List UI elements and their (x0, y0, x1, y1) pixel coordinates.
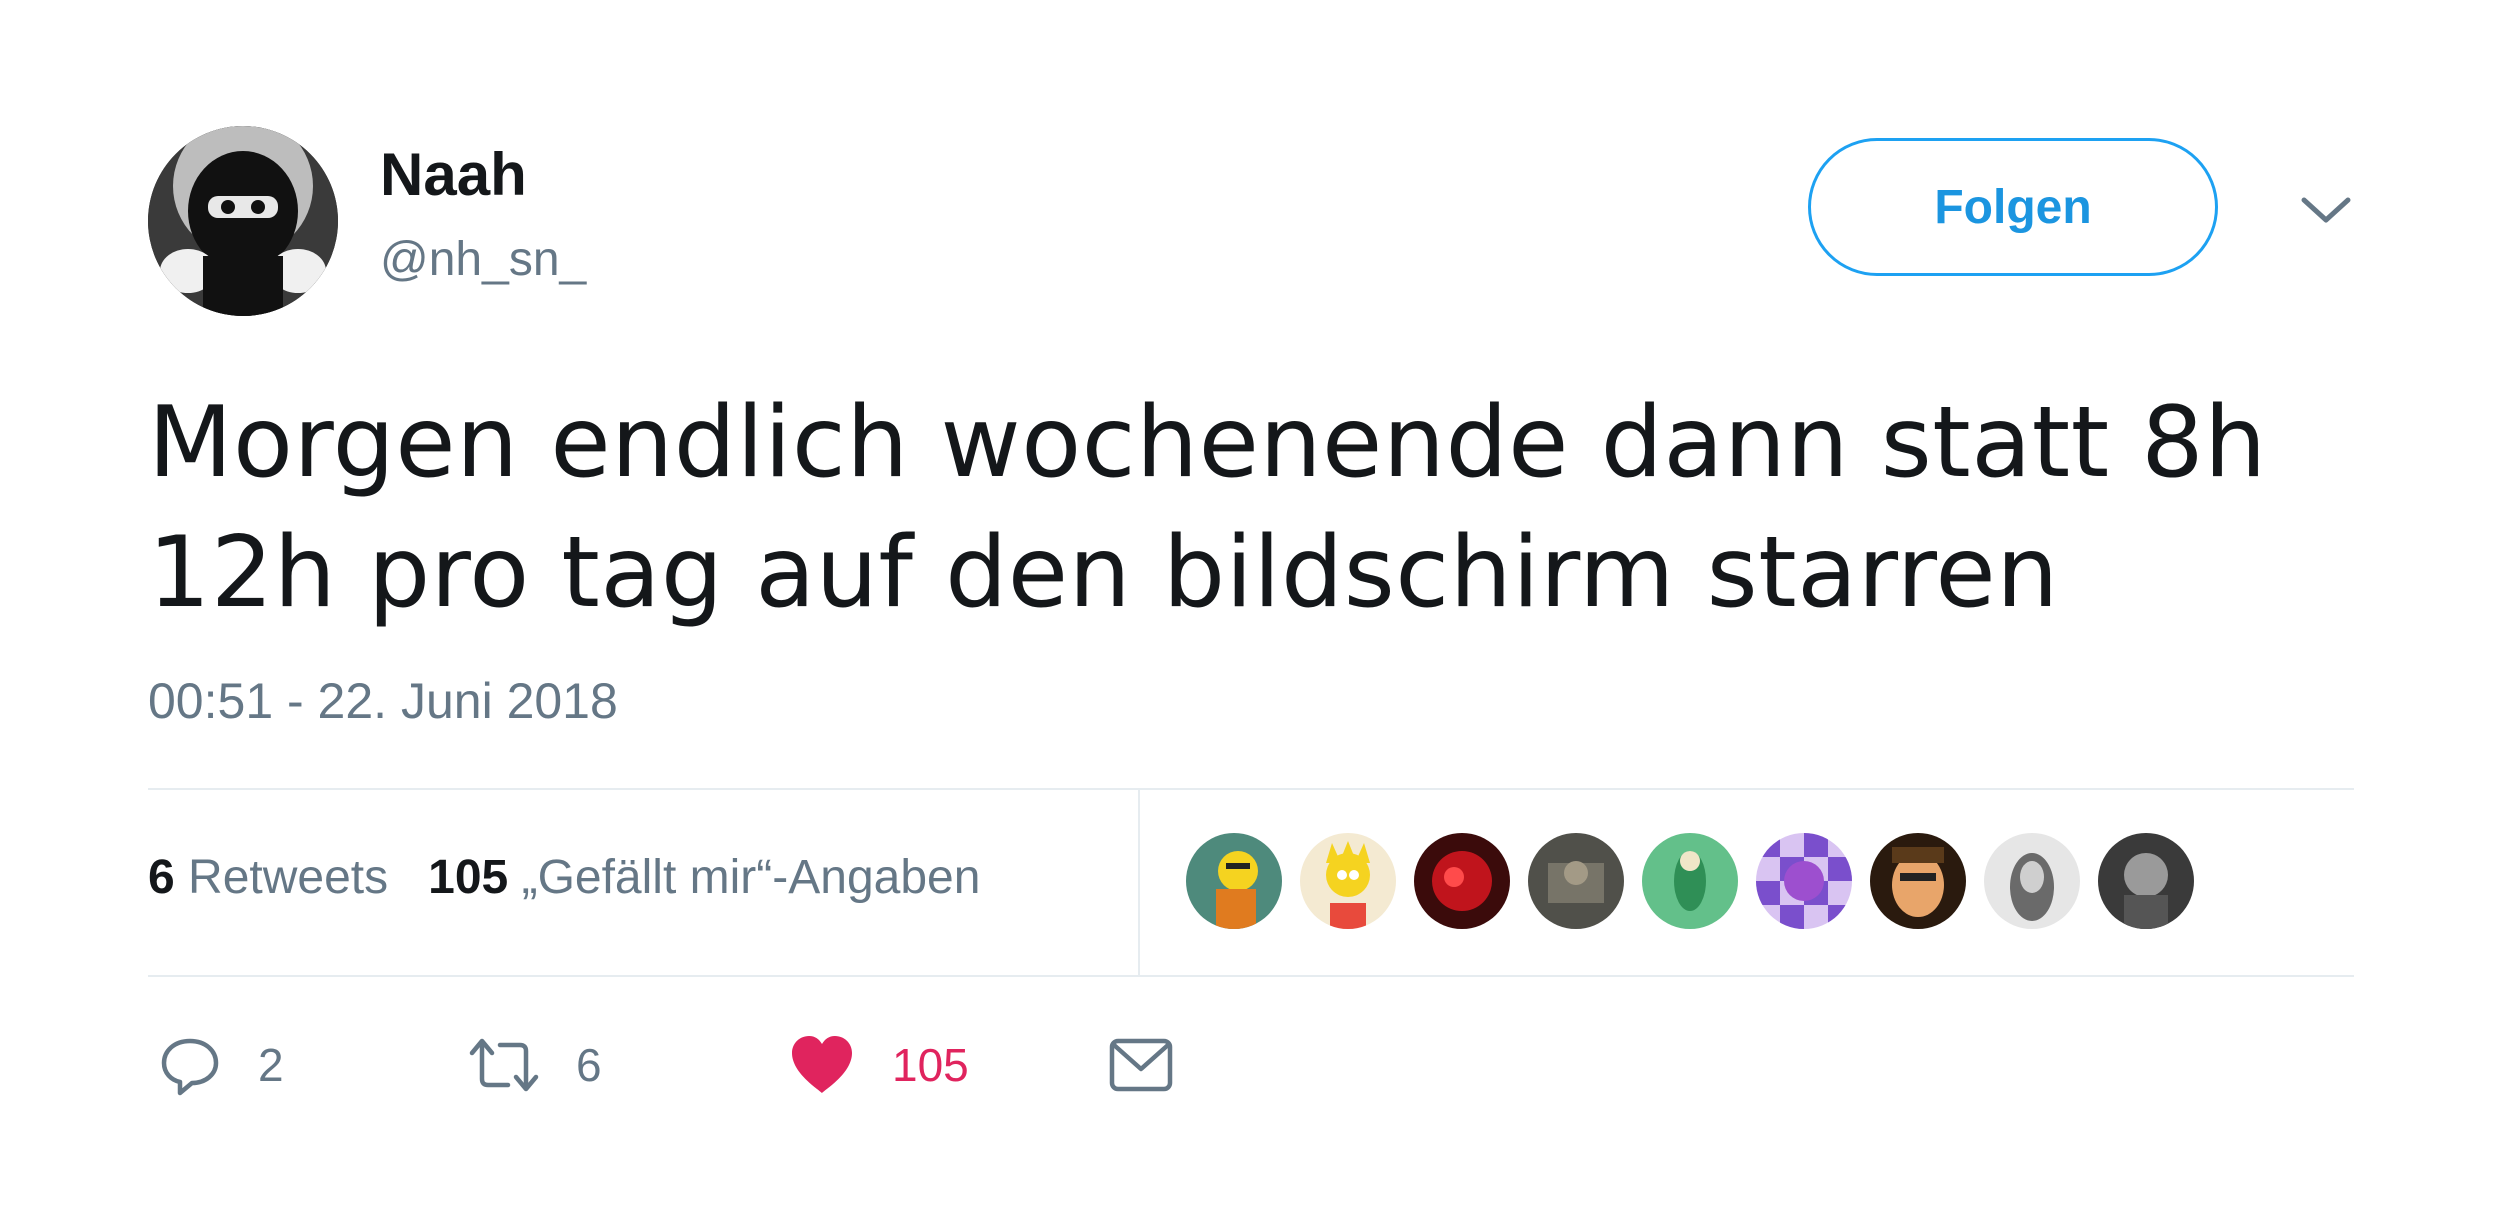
divider (148, 788, 2354, 790)
liker-avatar[interactable] (1642, 833, 1738, 929)
likes-count: 105 (428, 851, 509, 904)
divider (1138, 790, 1140, 975)
retweet-icon (469, 1038, 539, 1092)
like-count: 105 (892, 1039, 969, 1091)
user-avatar[interactable] (148, 126, 338, 316)
liker-avatar[interactable] (1870, 833, 1966, 929)
likes-stat[interactable]: 105 „Gefällt mir“-Angaben (428, 851, 980, 904)
liker-avatar[interactable] (1984, 833, 2080, 929)
retweets-count: 6 (148, 851, 175, 904)
liker-avatar[interactable] (1414, 833, 1510, 929)
reply-icon (161, 1038, 219, 1096)
retweet-count: 6 (576, 1039, 602, 1091)
liker-avatar[interactable] (1300, 833, 1396, 929)
like-button[interactable]: 105 (788, 1030, 969, 1100)
tweet-timestamp[interactable]: 00:51 - 22. Juni 2018 (148, 672, 618, 730)
retweets-stat[interactable]: 6 Retweets (148, 851, 388, 904)
liker-avatar[interactable] (1756, 833, 1852, 929)
avatar-image (148, 126, 338, 316)
heart-icon (792, 1036, 852, 1093)
likers-avatars (1186, 833, 2194, 933)
message-button[interactable] (1108, 1030, 1174, 1100)
reply-count: 2 (258, 1039, 284, 1091)
retweets-label: Retweets (188, 851, 389, 904)
likes-label: „Gefällt mir“-Angaben (521, 851, 981, 904)
user-handle[interactable]: @nh_sn_ (380, 232, 586, 287)
tweet-stats: 6 Retweets 105 „Gefällt mir“-Angaben (148, 850, 980, 905)
liker-avatar[interactable] (2098, 833, 2194, 929)
retweet-button[interactable]: 6 (468, 1030, 602, 1100)
tweet-text: Morgen endlich wochenende dann statt 8h … (148, 386, 2267, 630)
divider (148, 975, 2354, 977)
liker-avatar[interactable] (1528, 833, 1624, 929)
tweet-card: Naah @nh_sn_ Folgen Morgen endlich woche… (0, 0, 2500, 1205)
envelope-icon (1109, 1038, 1173, 1092)
reply-button[interactable]: 2 (158, 1030, 284, 1100)
liker-avatar[interactable] (1186, 833, 1282, 929)
user-name[interactable]: Naah (380, 140, 527, 209)
follow-button[interactable]: Folgen (1808, 138, 2218, 276)
chevron-down-icon[interactable] (2296, 190, 2356, 230)
